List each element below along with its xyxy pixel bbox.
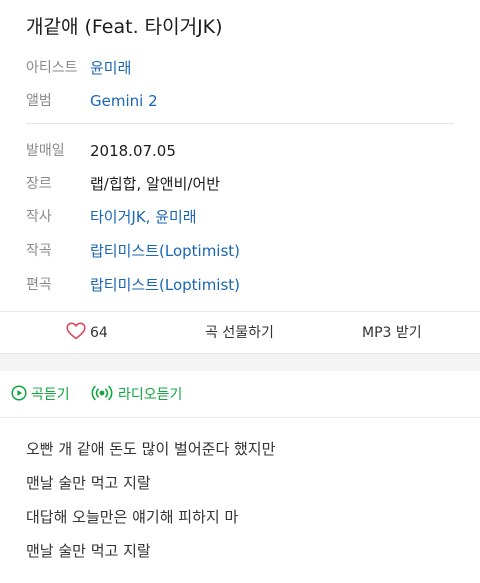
lyrics-divider [0, 417, 480, 418]
artist-link[interactable]: 윤미래 [90, 50, 131, 86]
lyric-line: 맨날 술만 먹고 지랄 [26, 474, 151, 492]
info-label-artist: 아티스트 [26, 60, 78, 76]
info-label-lyricist: 작사 [26, 209, 52, 225]
lyric-line: 오빤 개 같애 돈도 많이 벌어준다 했지만 [26, 440, 276, 458]
lyrics: 오빤 개 같애 돈도 많이 벌어준다 했지만 맨날 술만 먹고 지랄 대답해 오… [26, 432, 466, 568]
radio-play-button[interactable]: 라디오듣기 [90, 378, 182, 412]
arranger-link[interactable]: 랍티미스트(Loptimist) [90, 267, 240, 303]
release-date-value: 2018.07.05 [90, 142, 176, 160]
lyricist-link[interactable]: 타이거JK, 윤미래 [90, 199, 197, 235]
composer-link[interactable]: 랍티미스트(Loptimist) [90, 233, 240, 269]
gift-song-button[interactable]: 곡 선물하기 [205, 312, 274, 354]
info-row-release-date: 발매일 2018.07.05 [0, 133, 480, 169]
radio-broadcast-icon [91, 385, 113, 401]
info-label-genre: 장르 [26, 176, 52, 192]
info-divider [26, 123, 454, 124]
info-row-album: 앨범 Gemini 2 [0, 83, 480, 119]
info-row-genre: 장르 랩/힙합, 알앤비/어반 [0, 166, 480, 202]
info-label-composer: 작곡 [26, 243, 52, 259]
lyric-line: 대답해 오늘만은 얘기해 피하지 마 [26, 508, 239, 526]
info-row-arranger: 편곡 랍티미스트(Loptimist) [0, 267, 480, 303]
info-row-composer: 작곡 랍티미스트(Loptimist) [0, 233, 480, 269]
play-options: 곡듣기 라디오듣기 [0, 378, 480, 412]
like-count: 64 [90, 325, 108, 341]
song-title: 개같애 (Feat. 타이거JK) [26, 16, 223, 38]
genre-value: 랩/힙합, 알앤비/어반 [90, 175, 221, 193]
song-play-button[interactable]: 곡듣기 [11, 378, 70, 412]
album-link[interactable]: Gemini 2 [90, 83, 158, 119]
mp3-download-button[interactable]: MP3 받기 [362, 312, 422, 354]
like-button[interactable]: 64 [66, 312, 108, 354]
section-separator [0, 353, 480, 371]
info-row-artist: 아티스트 윤미래 [0, 50, 480, 86]
radio-play-label: 라디오듣기 [118, 387, 183, 403]
action-bar: 64 곡 선물하기 MP3 받기 [0, 311, 480, 354]
play-circle-icon [11, 385, 27, 401]
info-row-lyricist: 작사 타이거JK, 윤미래 [0, 199, 480, 235]
info-label-arranger: 편곡 [26, 277, 52, 293]
song-play-label: 곡듣기 [31, 387, 70, 403]
heart-outline-icon [66, 322, 86, 340]
lyric-line: 맨날 술만 먹고 지랄 [26, 542, 151, 560]
info-label-release-date: 발매일 [26, 143, 65, 159]
info-label-album: 앨범 [26, 93, 52, 109]
